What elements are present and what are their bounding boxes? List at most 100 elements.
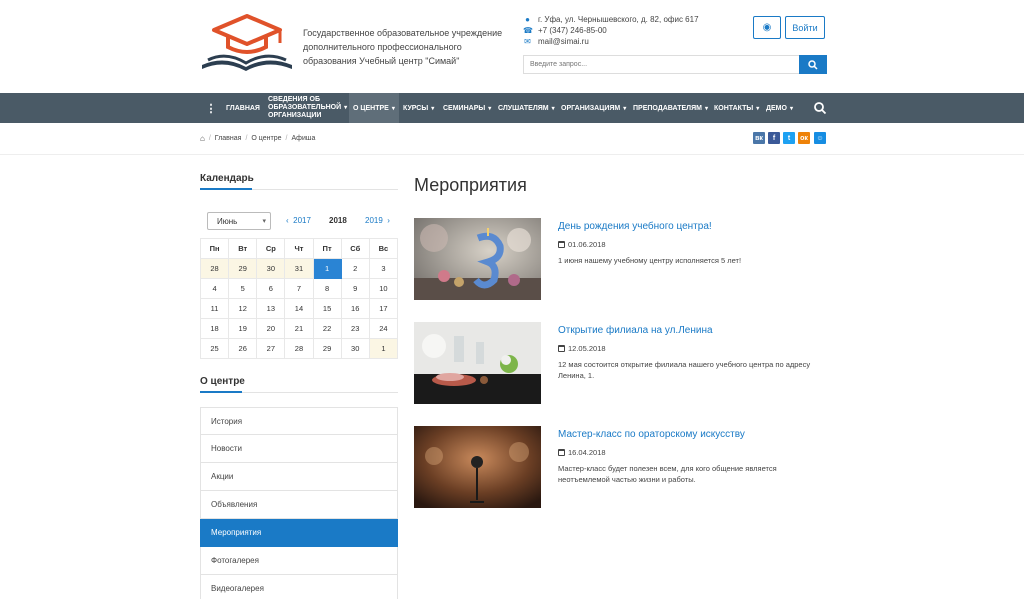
year-current: 2018 (329, 216, 347, 225)
envelope-icon: ✉ (524, 37, 531, 46)
event-image[interactable] (414, 322, 541, 404)
page-title: Мероприятия (414, 175, 527, 195)
year-prev-link[interactable]: ‹ 2017 (286, 216, 311, 225)
chevron-down-icon: ▾ (704, 105, 708, 112)
calendar-day[interactable]: 26 (228, 338, 258, 359)
calendar-week: 18 19 20 21 22 23 24 (199, 318, 399, 339)
phone-text[interactable]: +7 (347) 246-85-00 (538, 25, 607, 36)
home-icon[interactable]: ⌂ (200, 134, 205, 143)
search-input[interactable] (523, 55, 799, 74)
vk-share-icon[interactable]: вк (753, 132, 765, 144)
event-date-value: 12.05.2018 (568, 344, 606, 353)
calendar-day[interactable]: 21 (284, 318, 314, 339)
year-next-label: 2019 (365, 216, 383, 225)
calendar-day[interactable]: 1 (368, 338, 399, 359)
moimir-share-icon[interactable]: ☺ (814, 132, 826, 144)
calendar-day[interactable]: 4 (199, 278, 230, 299)
site-header: Государственное образовательное учрежден… (0, 0, 1024, 93)
calendar-day[interactable]: 13 (256, 298, 286, 319)
facebook-share-icon[interactable]: f (768, 132, 780, 144)
nav-item-about[interactable]: О ЦЕНТРЕ ▾ (349, 93, 399, 123)
chevron-down-icon: ▾ (344, 105, 348, 111)
calendar-day[interactable]: 30 (340, 338, 370, 359)
weekday: Чт (284, 238, 314, 259)
calendar-day[interactable]: 31 (284, 258, 314, 279)
calendar-day[interactable]: 3 (368, 258, 399, 279)
more-vertical-icon[interactable]: ⋮ (200, 93, 222, 123)
calendar-header: Июнь ▾ ‹ 2017 2018 2019 › (200, 210, 398, 232)
year-next-link[interactable]: 2019 › (365, 216, 390, 225)
nav-label: СВЕДЕНИЯ ОБ (268, 96, 320, 103)
menu-item-history[interactable]: История (200, 407, 398, 435)
logo-icon[interactable] (200, 13, 294, 73)
search-button[interactable] (799, 55, 827, 74)
nav-label: ОРГАНИЗАЦИЯМ (561, 104, 621, 112)
menu-item-events[interactable]: Мероприятия (200, 519, 398, 547)
phone-icon: ☎ (523, 26, 533, 35)
nav-item-teachers[interactable]: ПРЕПОДАВАТЕЛЯМ ▾ (633, 93, 708, 123)
calendar-day[interactable]: 25 (199, 338, 230, 359)
nav-item-seminars[interactable]: СЕМИНАРЫ ▾ (443, 93, 491, 123)
calendar-day[interactable]: 12 (228, 298, 258, 319)
calendar-day[interactable]: 20 (256, 318, 286, 339)
calendar-day[interactable]: 14 (284, 298, 314, 319)
calendar-day[interactable]: 22 (312, 318, 342, 339)
calendar-day[interactable]: 11 (199, 298, 230, 319)
search-icon[interactable] (813, 101, 827, 115)
chevron-down-icon: ▾ (391, 105, 395, 112)
calendar-day[interactable]: 23 (340, 318, 370, 339)
calendar-day[interactable]: 29 (312, 338, 342, 359)
menu-item-announcements[interactable]: Объявления (200, 491, 398, 519)
year-prev-label: 2017 (293, 216, 311, 225)
menu-item-photo-gallery[interactable]: Фотогалерея (200, 547, 398, 575)
nav-item-info[interactable]: СВЕДЕНИЯ ОБ ОБРАЗОВАТЕЛЬНОЙ ▾ ОРГАНИЗАЦИИ (268, 93, 347, 123)
breadcrumb-item[interactable]: О центре (251, 135, 281, 142)
event-image[interactable] (414, 426, 541, 508)
breadcrumb-item[interactable]: Главная (215, 135, 242, 142)
email-text[interactable]: mail@simai.ru (538, 36, 589, 47)
calendar-day[interactable]: 28 (284, 338, 314, 359)
month-select[interactable]: Июнь ▾ (207, 212, 271, 230)
event-title[interactable]: Открытие филиала на ул.Ленина (558, 325, 713, 336)
chevron-down-icon: ▾ (431, 105, 435, 112)
calendar-day[interactable]: 10 (368, 278, 399, 299)
calendar-day[interactable]: 16 (340, 298, 370, 319)
calendar-day[interactable]: 9 (340, 278, 370, 299)
contacts: ● г. Уфа, ул. Чернышевского, д. 82, офис … (523, 14, 699, 47)
calendar-day[interactable]: 29 (228, 258, 258, 279)
accessibility-button[interactable]: ◉ (753, 16, 781, 39)
calendar-day[interactable]: 24 (368, 318, 399, 339)
nav-item-contacts[interactable]: КОНТАКТЫ ▾ (714, 93, 759, 123)
breadcrumb-separator: / (208, 135, 211, 142)
calendar-day[interactable]: 27 (256, 338, 286, 359)
event-image[interactable] (414, 218, 541, 300)
login-button[interactable]: Войти (785, 16, 825, 39)
nav-item-organizations[interactable]: ОРГАНИЗАЦИЯМ ▾ (561, 93, 626, 123)
calendar-day[interactable]: 17 (368, 298, 399, 319)
calendar-day-selected[interactable]: 1 (312, 258, 342, 279)
calendar-day[interactable]: 15 (312, 298, 342, 319)
calendar-day[interactable]: 2 (340, 258, 370, 279)
calendar-icon (558, 449, 565, 456)
nav-item-courses[interactable]: КУРСЫ ▾ (403, 93, 434, 123)
calendar-day[interactable]: 8 (312, 278, 342, 299)
calendar-icon (558, 345, 565, 352)
calendar-day[interactable]: 28 (199, 258, 230, 279)
event-description: Мастер-класс будет полезен всем, для ког… (558, 464, 777, 484)
nav-item-students[interactable]: СЛУШАТЕЛЯМ ▾ (498, 93, 555, 123)
calendar-day[interactable]: 7 (284, 278, 314, 299)
event-title[interactable]: День рождения учебного центра! (558, 221, 712, 232)
calendar-day[interactable]: 18 (199, 318, 230, 339)
nav-item-home[interactable]: ГЛАВНАЯ (226, 93, 260, 123)
event-title[interactable]: Мастер-класс по ораторскому искусству (558, 429, 745, 440)
calendar-day[interactable]: 5 (228, 278, 258, 299)
menu-item-video-gallery[interactable]: Видеогалерея (200, 575, 398, 599)
twitter-share-icon[interactable]: t (783, 132, 795, 144)
calendar-day[interactable]: 6 (256, 278, 286, 299)
menu-item-news[interactable]: Новости (200, 435, 398, 463)
nav-item-demo[interactable]: ДЕМО ▾ (766, 93, 793, 123)
odnoklassniki-share-icon[interactable]: ок (798, 132, 810, 144)
menu-item-promotions[interactable]: Акции (200, 463, 398, 491)
calendar-day[interactable]: 19 (228, 318, 258, 339)
calendar-day[interactable]: 30 (256, 258, 286, 279)
